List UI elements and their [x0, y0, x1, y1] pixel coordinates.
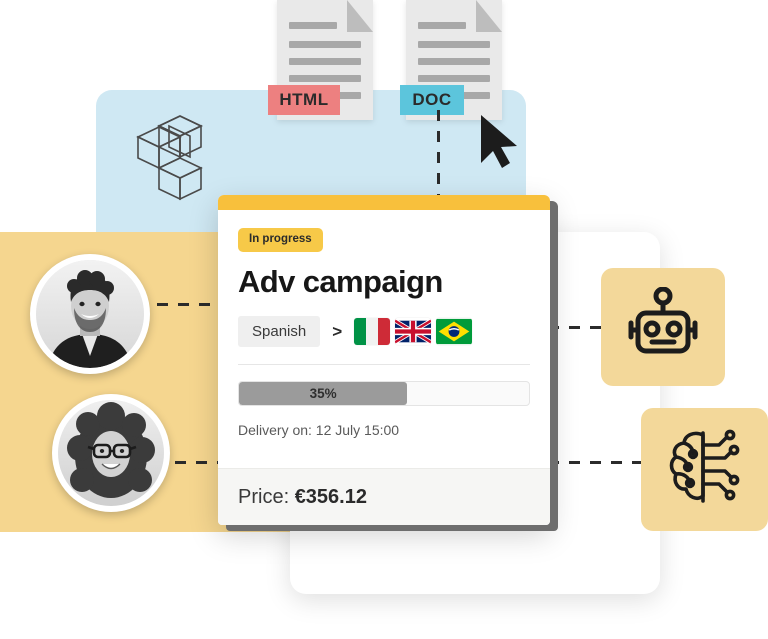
progress-percentage: 35% [309, 386, 337, 402]
avatar [30, 254, 150, 374]
card-accent-bar [218, 195, 550, 210]
page-title: Adv campaign [238, 263, 443, 299]
avatar [52, 394, 170, 512]
chevron-right-icon: > [332, 321, 343, 341]
connector-line-robot [548, 326, 604, 329]
document-text-line [289, 41, 361, 48]
card-footer: Price: €356.12 [218, 468, 550, 525]
divider [238, 364, 530, 366]
document-text-line [418, 22, 466, 29]
document-text-line [289, 22, 337, 29]
language-pair-row: Spanish > [238, 316, 530, 348]
avatar-photo [36, 260, 144, 368]
ai-tile-brain [641, 408, 768, 531]
document-text-line [289, 58, 361, 65]
robot-icon [623, 286, 703, 368]
status-badge: In progress [238, 228, 323, 252]
card-body: In progress Adv campaign Spanish > 35% D… [218, 210, 550, 438]
flag-italy [354, 318, 391, 346]
isometric-cube-icon [126, 110, 212, 202]
price-label: Price: [238, 485, 290, 508]
target-flags [354, 318, 473, 346]
mouse-cursor-icon [478, 113, 520, 169]
avatar-photo [58, 400, 164, 506]
task-card[interactable]: In progress Adv campaign Spanish > 35% D… [218, 195, 550, 525]
document-text-line [418, 58, 490, 65]
document-text-line [418, 41, 490, 48]
delivery-date: Delivery on: 12 July 15:00 [238, 422, 400, 439]
price-amount: €356.12 [294, 485, 367, 508]
connector-line-avatar-1 [136, 303, 228, 306]
ai-brain-circuit-icon [663, 427, 747, 512]
document-text-line [289, 75, 361, 82]
flag-brazil [436, 318, 473, 345]
ai-tile-robot [601, 268, 725, 386]
source-language-chip[interactable]: Spanish [238, 316, 321, 348]
connector-line-brain [548, 461, 646, 464]
connector-line-document [437, 110, 440, 198]
progress-bar: 35% [238, 381, 530, 407]
document-text-line [418, 75, 490, 82]
flag-united-kingdom [395, 318, 432, 345]
file-format-tag-doc: DOC [400, 85, 464, 115]
price-line: Price: €356.12 [238, 486, 367, 509]
illustration-canvas: HTML DOC In progress Adv campaign Spanis… [0, 0, 768, 639]
file-format-tag-html: HTML [268, 85, 340, 115]
